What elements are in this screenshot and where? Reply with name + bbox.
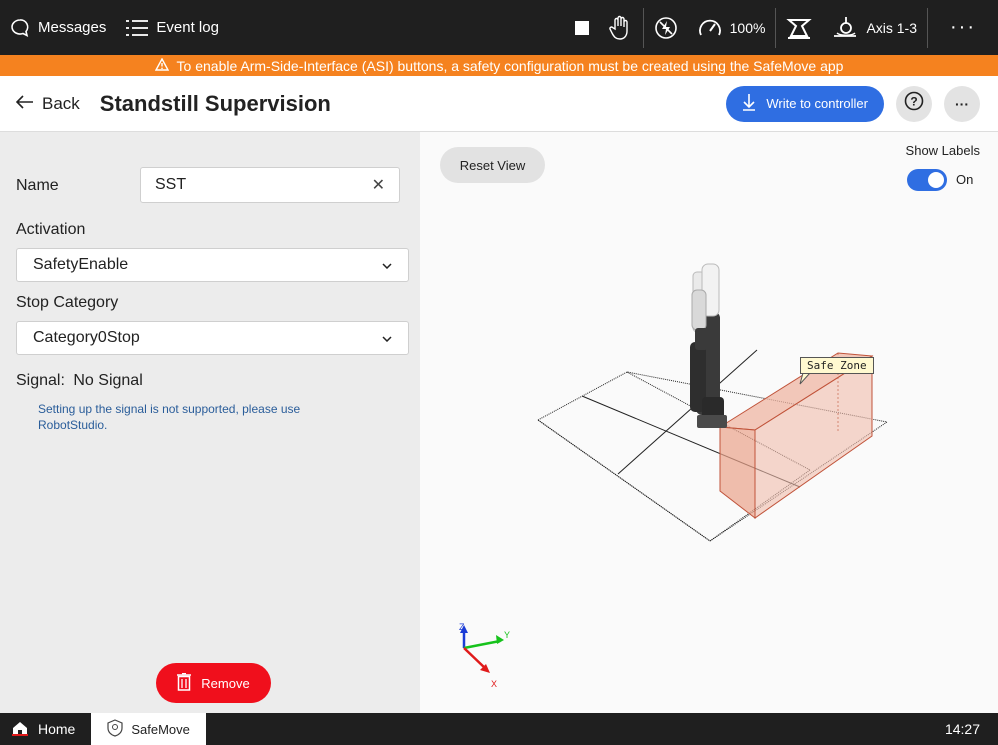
- back-button[interactable]: Back: [15, 93, 80, 114]
- back-label: Back: [42, 93, 80, 113]
- more-options-button[interactable]: ···: [928, 0, 998, 55]
- page-header: Back Standstill Supervision Write to con…: [0, 76, 998, 132]
- manual-mode-button[interactable]: [599, 0, 643, 55]
- z-axis-label: Z: [459, 622, 465, 632]
- stop-icon: [574, 20, 589, 35]
- properties-panel: Name SST ✕ Activation SafetyEnable Stop …: [0, 132, 420, 713]
- safe-zone-label: Safe Zone: [800, 357, 874, 374]
- reset-view-button[interactable]: Reset View: [440, 147, 545, 183]
- hand-icon: [608, 15, 633, 41]
- arrow-left-icon: [15, 94, 34, 114]
- event-log-button[interactable]: Event log: [116, 0, 229, 55]
- speed-value: 100%: [729, 19, 766, 36]
- messages-label: Messages: [38, 19, 107, 36]
- more-icon: ···: [955, 95, 969, 112]
- page-more-button[interactable]: ···: [944, 85, 980, 122]
- y-axis-label: Y: [504, 630, 510, 640]
- name-label: Name: [16, 177, 59, 194]
- write-label: Write to controller: [766, 96, 868, 111]
- motors-button[interactable]: [644, 0, 688, 55]
- write-to-controller-button[interactable]: Write to controller: [726, 85, 884, 122]
- warning-banner: To enable Arm-Side-Interface (ASI) butto…: [0, 55, 998, 76]
- page-title: Standstill Supervision: [99, 90, 331, 116]
- robot-arm: [690, 263, 727, 428]
- motors-off-icon: [654, 16, 678, 40]
- signal-label: Signal:: [16, 372, 65, 389]
- stop-category-label: Stop Category: [16, 294, 119, 311]
- clock: 14:27: [944, 721, 980, 737]
- axes-triad: [460, 625, 504, 673]
- robot-icon: [786, 16, 813, 40]
- signal-value: No Signal: [73, 372, 143, 389]
- app-tab-label: SafeMove: [131, 721, 190, 737]
- warning-icon: [154, 57, 169, 74]
- show-labels-label: Show Labels: [905, 143, 980, 158]
- home-button[interactable]: Home: [0, 713, 91, 745]
- arrow-down-icon: [742, 93, 756, 114]
- name-value: SST: [155, 176, 187, 193]
- help-glyph: ?: [910, 95, 917, 109]
- top-bar: Messages Event log 100% Axis 1-3 ···: [0, 0, 998, 55]
- jog-axis-button[interactable]: Axis 1-3: [822, 0, 927, 55]
- robot-select-button[interactable]: [776, 0, 822, 55]
- help-button[interactable]: ?: [896, 85, 932, 122]
- speedometer-icon: [698, 18, 722, 38]
- toggle-state-label: On: [956, 172, 974, 187]
- trash-icon: [177, 672, 192, 694]
- stop-category-value: Category0Stop: [33, 329, 140, 346]
- status-bar: Home SafeMove 14:27: [0, 713, 998, 745]
- scene-canvas: Z Y X: [459, 263, 889, 689]
- signal-info-text: Setting up the signal is not supported, …: [38, 402, 301, 432]
- more-icon: ···: [950, 16, 976, 38]
- clear-icon[interactable]: ✕: [372, 175, 385, 195]
- axis-value: Axis 1-3: [866, 19, 918, 36]
- event-log-label: Event log: [156, 19, 219, 36]
- shield-icon: [107, 718, 123, 740]
- app-tab-safemove[interactable]: SafeMove: [91, 713, 206, 745]
- speed-button[interactable]: 100%: [688, 0, 776, 55]
- stop-category-select[interactable]: Category0Stop: [16, 321, 409, 355]
- x-axis-label: X: [491, 679, 497, 689]
- home-icon: [12, 720, 28, 739]
- activation-select[interactable]: SafetyEnable: [16, 248, 409, 282]
- name-input[interactable]: SST ✕: [140, 167, 400, 203]
- chevron-down-icon: [382, 329, 392, 347]
- home-label: Home: [38, 721, 76, 737]
- messages-button[interactable]: Messages: [0, 0, 116, 55]
- chevron-down-icon: [382, 256, 392, 274]
- stop-button[interactable]: [565, 0, 599, 55]
- remove-button[interactable]: Remove: [156, 663, 271, 703]
- 3d-viewport[interactable]: Z Y X Reset View Show Labels On Safe Zon…: [420, 132, 998, 713]
- jog-axis-icon: [832, 16, 858, 40]
- activation-value: SafetyEnable: [33, 256, 129, 273]
- activation-label: Activation: [16, 221, 86, 238]
- safe-zone-box: [718, 352, 874, 520]
- chat-bubble-icon: [10, 18, 30, 38]
- warning-text: To enable Arm-Side-Interface (ASI) butto…: [176, 57, 844, 74]
- help-icon: ?: [904, 91, 924, 116]
- show-labels-toggle[interactable]: [907, 169, 947, 191]
- remove-label: Remove: [201, 675, 250, 691]
- list-icon: [126, 19, 149, 37]
- signal-row: Signal: No Signal: [16, 372, 143, 390]
